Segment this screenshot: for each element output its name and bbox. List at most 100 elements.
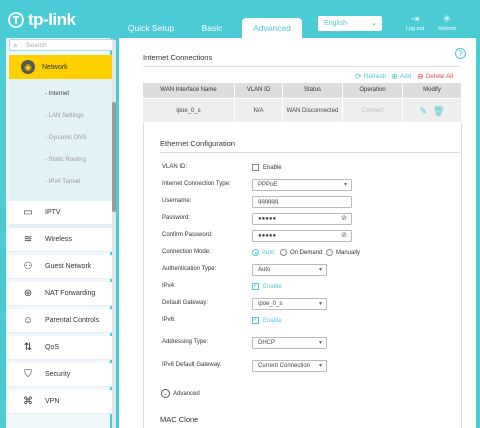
tp-link-logo[interactable]: tp-link — [8, 10, 76, 30]
reboot-icon: ✳ — [442, 14, 452, 25]
tab-basic[interactable]: Basic — [192, 20, 232, 38]
globe-icon: ◉ — [21, 60, 35, 74]
reboot-button[interactable]: ✳ Reboot — [434, 14, 460, 32]
sidebar-scrollbar[interactable] — [112, 40, 116, 428]
scrollbar-thumb[interactable] — [112, 102, 116, 212]
conn-type-select[interactable]: PPPoE ▾ — [252, 179, 352, 191]
subnav-dynamic-dns[interactable]: - Dynamic DNS — [45, 135, 86, 141]
sidebar-item-guest-network[interactable]: ⚇ Guest Network — [9, 255, 115, 279]
sidebar: ⌕ Search ◉ Network - Internet - LAN Sett… — [6, 38, 115, 428]
addressing-type-select[interactable]: DHCP ▾ — [252, 337, 327, 349]
wifi-icon: ≋ — [23, 234, 33, 245]
ethernet-config-title: Ethernet Configuration — [160, 139, 236, 148]
checkbox-label: Enable — [263, 317, 282, 324]
cell-wan-name: ipoe_0_s — [143, 99, 235, 122]
ipv6-gateway-label: IPv6 Default Gateway: — [162, 362, 222, 368]
col-header: Operation — [343, 83, 403, 98]
ipv6-enable-checkbox[interactable]: Enable — [252, 316, 282, 324]
radio-label: Auto — [262, 249, 275, 256]
search-input[interactable]: ⌕ Search — [9, 39, 115, 51]
trash-icon[interactable]: 🗑 — [433, 106, 444, 116]
auth-type-label: Authentication Type: — [162, 266, 217, 272]
search-icon: ⌕ — [13, 41, 18, 50]
wan-table: WAN Interface Name VLAN ID Status Operat… — [143, 83, 462, 122]
auth-type-select[interactable]: Auto ▾ — [252, 264, 327, 276]
chevron-down-icon: ▾ — [318, 301, 322, 307]
add-button[interactable]: ⊕ Add — [391, 72, 411, 81]
ethernet-config-panel: Ethernet Configuration VLAN ID: Enable I… — [143, 123, 462, 428]
chevron-down-icon: ▾ — [318, 363, 322, 369]
cell-modify: ✎ 🗑 — [403, 99, 462, 122]
subnav-lan-settings[interactable]: - LAN Settings — [45, 113, 84, 119]
sidebar-item-security[interactable]: ⛉ Security — [9, 363, 115, 387]
radio-label: On Demand — [290, 249, 323, 256]
refresh-button[interactable]: ⟳ Refresh — [355, 72, 386, 81]
sidebar-item-label: Wireless — [45, 236, 72, 243]
conn-type-value: PPPoE — [258, 182, 278, 188]
delete-icon: ⊖ — [417, 72, 424, 81]
checkbox-box — [252, 164, 259, 171]
sidebar-item-nat-forwarding[interactable]: ⊛ NAT Forwarding — [9, 282, 115, 306]
refresh-icon: ⟳ — [355, 72, 362, 81]
vlan-enable-checkbox[interactable]: Enable — [252, 164, 282, 171]
tab-advanced[interactable]: Advanced — [242, 18, 302, 38]
eye-off-icon[interactable]: ⊘ — [341, 231, 347, 241]
eye-off-icon[interactable]: ⊘ — [341, 214, 347, 224]
advanced-toggle[interactable]: ⌄ Advanced — [161, 389, 200, 398]
conn-type-label: Internet Connection Type: — [162, 181, 231, 187]
section-title: Internet Connections — [143, 53, 213, 62]
connect-button[interactable]: Connect — [343, 99, 403, 122]
table-row[interactable]: ipoe_0_s N/A WAN Disconnected Connect ✎ 🗑 — [143, 98, 462, 122]
search-placeholder: Search — [26, 42, 47, 49]
sidebar-item-vpn[interactable]: ⌘ VPN — [9, 390, 115, 414]
tab-quick-setup[interactable]: Quick Setup — [120, 20, 182, 38]
checkbox-label: Enable — [263, 164, 282, 171]
cell-status: WAN Disconnected — [283, 99, 343, 122]
sidebar-item-label: Security — [45, 371, 71, 378]
subnav-static-routing[interactable]: - Static Routing — [45, 157, 86, 163]
tp-link-logo-icon — [8, 12, 24, 28]
vlan-id-label: VLAN ID: — [162, 164, 188, 170]
sidebar-item-network[interactable]: ◉ Network — [9, 55, 115, 79]
password-field[interactable]: ●●●●● ⊘ — [252, 213, 352, 225]
delete-all-button[interactable]: ⊖ Delete All — [417, 72, 453, 81]
conn-mode-manually-radio[interactable]: Manually — [326, 249, 360, 256]
edit-icon[interactable]: ✎ — [420, 106, 428, 116]
checkbox-box — [252, 282, 259, 290]
ipv6-gateway-select[interactable]: Current Connection ▾ — [252, 360, 327, 372]
subnav-ipv6-tunnel[interactable]: - IPv6 Tunnel — [45, 179, 80, 185]
confirm-password-field[interactable]: ●●●●● ⊘ — [252, 230, 352, 242]
logout-button[interactable]: ⇥ Log out — [402, 14, 428, 32]
sidebar-item-wireless[interactable]: ≋ Wireless — [9, 228, 115, 252]
sidebar-item-label: Guest Network — [45, 263, 92, 270]
sidebar-item-iptv[interactable]: ▭ IPTV — [9, 201, 115, 225]
conn-mode-on-demand-radio[interactable]: On Demand — [280, 249, 322, 256]
language-select[interactable]: English ⌄ — [318, 16, 382, 31]
sidebar-item-qos[interactable]: ⇅ QoS — [9, 336, 115, 360]
add-icon: ⊕ — [391, 72, 398, 81]
divider — [143, 66, 459, 67]
header: tp-link Quick Setup Basic Advanced Engli… — [0, 0, 480, 38]
conn-mode-auto-radio[interactable]: Auto — [252, 249, 274, 256]
ipv4-label: IPv4: — [162, 283, 176, 289]
gateway-select[interactable]: ipoe_0_s ▾ — [252, 298, 327, 310]
sidebar-item-label: Network — [42, 63, 68, 71]
shield-icon: ⛉ — [24, 369, 32, 380]
password-value: ●●●●● — [258, 216, 277, 222]
sidebar-item-label: VPN — [45, 398, 60, 405]
reboot-label: Reboot — [438, 26, 456, 32]
sidebar-item-label: IPTV — [45, 209, 61, 216]
sidebar-item-parental-controls[interactable]: ☺ Parental Controls — [9, 309, 115, 333]
username-field[interactable]: qqqqqq — [252, 196, 352, 208]
cell-vlan-id: N/A — [235, 99, 283, 122]
help-icon[interactable]: ? — [455, 48, 466, 59]
vpn-icon: ⌘ — [23, 396, 33, 407]
advanced-label: Advanced — [173, 390, 200, 397]
col-header: Modify — [403, 83, 462, 98]
radio-label: Manually — [336, 249, 361, 256]
sidebar-item-label: QoS — [45, 344, 60, 351]
subnav-internet[interactable]: - Internet — [45, 91, 69, 97]
addressing-type-value: DHCP — [258, 340, 276, 346]
add-label: Add — [399, 73, 412, 80]
ipv4-enable-checkbox[interactable]: Enable — [252, 282, 282, 290]
